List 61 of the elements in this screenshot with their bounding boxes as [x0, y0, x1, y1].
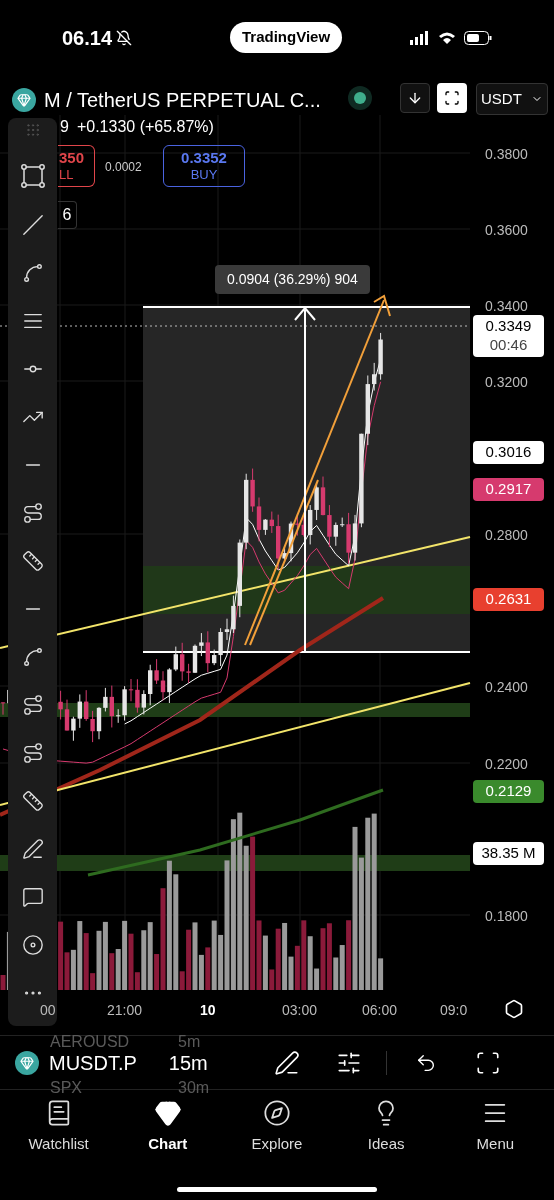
measure-label: 0.0904 (36.29%) 904: [215, 265, 370, 294]
time-axis-label: 09:0: [440, 1001, 468, 1020]
price-tag: 0.3349 00:46: [473, 315, 544, 357]
time-axis-label: 06:00: [362, 1001, 398, 1020]
ghost-interval: 30m: [178, 1078, 210, 1098]
price-axis-label: 0.3400: [485, 297, 528, 316]
buy-button[interactable]: 0.3352 BUY: [163, 145, 245, 187]
download-button[interactable]: [400, 83, 430, 113]
price-axis-label: 0.3600: [485, 221, 528, 240]
sell-button[interactable]: 350 LL: [58, 145, 95, 187]
fullscreen-icon[interactable]: [474, 1049, 501, 1076]
pen-icon[interactable]: [273, 1049, 300, 1076]
nav-tab[interactable]: Chart: [117, 1099, 218, 1156]
market-status-indicator[interactable]: [348, 86, 372, 110]
gem-icon: [153, 1099, 182, 1127]
compass-icon: [262, 1099, 291, 1127]
price-tag: 0.2917: [473, 478, 544, 501]
nav-tab[interactable]: Watchlist: [8, 1099, 109, 1156]
symbol-title[interactable]: M / TetherUS PERPETUAL C...: [44, 85, 321, 115]
nav-tab[interactable]: Ideas: [336, 1099, 437, 1156]
price-axis-label: 0.2400: [485, 678, 528, 697]
price-tag: 0.2129: [473, 780, 544, 803]
price-axis-label: 0.2200: [485, 755, 528, 774]
range-icon[interactable]: [21, 790, 44, 812]
curve-icon[interactable]: [21, 646, 44, 668]
settings-icon[interactable]: [504, 999, 524, 1019]
currency-dropdown[interactable]: USDT: [476, 83, 548, 115]
callout-icon[interactable]: [21, 886, 44, 908]
price-axis-label: 0.3200: [485, 373, 528, 392]
price-tag: 0.3016: [473, 441, 544, 464]
time-axis-label: 10: [200, 1001, 216, 1020]
price-tag: 0.2631: [473, 588, 544, 611]
line-icon[interactable]: [21, 214, 44, 236]
drag-handle-icon[interactable]: [24, 122, 41, 138]
app-pill: TradingView: [230, 22, 343, 53]
spread-value: 0.0002: [105, 159, 142, 176]
nav-tab[interactable]: Explore: [226, 1099, 327, 1156]
bell-off-icon: [116, 29, 133, 46]
price-axis-label: 0.1800: [485, 907, 528, 926]
price-change: +0.1330 (+65.87%): [76, 117, 214, 137]
price-axis-label: 0.2800: [485, 526, 528, 545]
frame-button[interactable]: [437, 83, 467, 113]
signal-icon: [410, 30, 430, 45]
brush-icon[interactable]: [21, 838, 44, 860]
coin-logo: [15, 1050, 39, 1075]
circle-icon[interactable]: [21, 934, 44, 956]
indicator-badge[interactable]: 6: [58, 201, 77, 229]
nav-tab[interactable]: Menu: [445, 1099, 546, 1156]
rectangle-icon[interactable]: [20, 164, 45, 188]
price-tag: 38.35 M: [473, 842, 544, 865]
coin-logo: [12, 88, 36, 112]
clock: 06.14: [62, 25, 113, 51]
time-axis-label: 03:00: [282, 1001, 318, 1020]
price-axis-label: 0.3800: [485, 145, 528, 164]
ghost-symbol: SPX: [50, 1078, 82, 1098]
wifi-icon: [438, 30, 456, 45]
time-axis-label: 21:00: [107, 1001, 143, 1020]
last-price: 9: [60, 117, 69, 137]
frame-icon: [444, 90, 460, 106]
time-axis-label: 00: [40, 1001, 56, 1020]
battery-icon: [464, 30, 492, 45]
